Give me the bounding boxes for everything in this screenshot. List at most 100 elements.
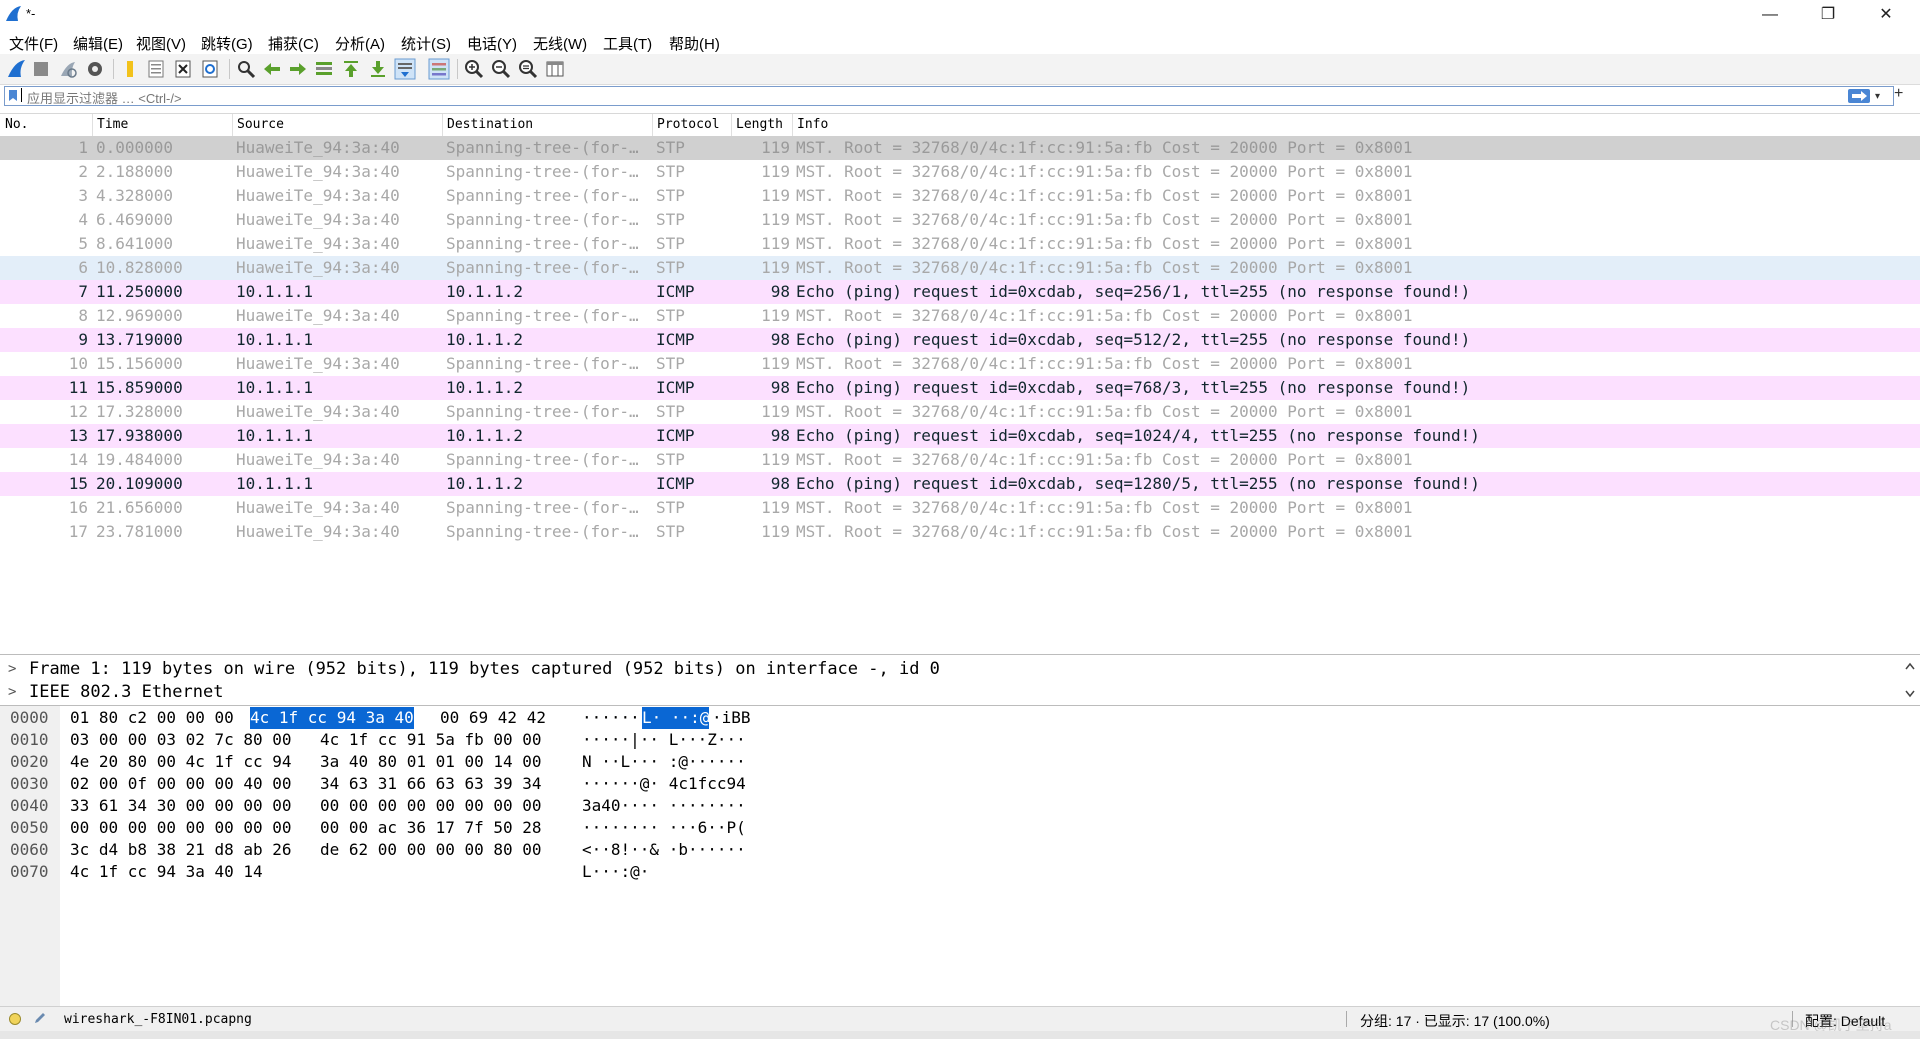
packet-row[interactable]: 11 15.859000 10.1.1.1 10.1.1.2 ICMP 98 E…: [0, 376, 1920, 400]
expand-arrow-icon[interactable]: >: [8, 681, 16, 704]
detail-ethernet[interactable]: > IEEE 802.3 Ethernet: [0, 681, 1900, 704]
col-time[interactable]: Time: [97, 117, 128, 132]
col-destination[interactable]: Destination: [447, 117, 533, 132]
packet-row[interactable]: 16 21.656000 HuaweiTe_94:3a:40 Spanning-…: [0, 496, 1920, 520]
expert-info-icon[interactable]: [9, 1013, 21, 1025]
menu-help[interactable]: 帮助(H): [666, 33, 723, 54]
menu-telephony[interactable]: 电话(Y): [464, 33, 520, 54]
column-divider[interactable]: [442, 114, 443, 136]
go-back-icon[interactable]: [261, 58, 283, 80]
menu-capture[interactable]: 捕获(C): [265, 33, 322, 54]
packet-row[interactable]: 10 15.156000 HuaweiTe_94:3a:40 Spanning-…: [0, 352, 1920, 376]
packet-row[interactable]: 15 20.109000 10.1.1.1 10.1.1.2 ICMP 98 E…: [0, 472, 1920, 496]
packet-row[interactable]: 4 6.469000 HuaweiTe_94:3a:40 Spanning-tr…: [0, 208, 1920, 232]
packet-source: 10.1.1.1: [236, 330, 314, 349]
packet-row[interactable]: 9 13.719000 10.1.1.1 10.1.1.2 ICMP 98 Ec…: [0, 328, 1920, 352]
autoscroll-icon[interactable]: [394, 58, 416, 80]
packet-row[interactable]: 5 8.641000 HuaweiTe_94:3a:40 Spanning-tr…: [0, 232, 1920, 256]
menu-analyze[interactable]: 分析(A): [332, 33, 388, 54]
zoom-out-icon[interactable]: [490, 58, 512, 80]
packet-row[interactable]: 7 11.250000 10.1.1.1 10.1.1.2 ICMP 98 Ec…: [0, 280, 1920, 304]
capture-options-icon[interactable]: [84, 58, 106, 80]
packet-bytes-pane[interactable]: 0000 01 80 c2 00 00 00 4c 1f cc 94 3a 40…: [0, 706, 1920, 1006]
start-capture-icon[interactable]: [5, 58, 27, 80]
display-filter-input[interactable]: 应用显示过滤器 … <Ctrl-/> ▾: [4, 86, 1894, 106]
packet-row[interactable]: 1 0.000000 HuaweiTe_94:3a:40 Spanning-tr…: [0, 136, 1920, 160]
open-file-icon[interactable]: [119, 58, 141, 80]
packet-row[interactable]: 6 10.828000 HuaweiTe_94:3a:40 Spanning-t…: [0, 256, 1920, 280]
col-source[interactable]: Source: [237, 117, 284, 132]
menu-go[interactable]: 跳转(G): [198, 33, 256, 54]
packet-row[interactable]: 8 12.969000 HuaweiTe_94:3a:40 Spanning-t…: [0, 304, 1920, 328]
first-packet-icon[interactable]: [340, 58, 362, 80]
find-packet-icon[interactable]: [235, 58, 257, 80]
packet-row[interactable]: 14 19.484000 HuaweiTe_94:3a:40 Spanning-…: [0, 448, 1920, 472]
colorize-icon[interactable]: [428, 58, 450, 80]
scroll-up-icon[interactable]: [1905, 662, 1915, 670]
menu-file[interactable]: 文件(F): [6, 33, 61, 54]
column-divider[interactable]: [731, 114, 732, 136]
go-forward-icon[interactable]: [287, 58, 309, 80]
go-to-packet-icon[interactable]: [313, 58, 335, 80]
close-file-icon[interactable]: [172, 58, 194, 80]
packet-time: 12.969000: [96, 306, 183, 325]
scroll-down-icon[interactable]: [1905, 690, 1915, 698]
filter-history-dropdown[interactable]: ▾: [1875, 91, 1880, 102]
stop-capture-icon[interactable]: [30, 58, 52, 80]
column-divider[interactable]: [652, 114, 653, 136]
bookmark-icon[interactable]: [8, 89, 18, 102]
packet-row[interactable]: 13 17.938000 10.1.1.1 10.1.1.2 ICMP 98 E…: [0, 424, 1920, 448]
menu-tools[interactable]: 工具(T): [600, 33, 655, 54]
minimize-button[interactable]: —: [1748, 2, 1792, 28]
add-filter-button[interactable]: +: [1894, 85, 1903, 103]
hex-row[interactable]: 0050 00 00 00 00 00 00 00 00 00 00 ac 36…: [0, 817, 1900, 839]
packet-no: 10: [68, 354, 88, 373]
packet-row[interactable]: 3 4.328000 HuaweiTe_94:3a:40 Spanning-tr…: [0, 184, 1920, 208]
packet-destination: Spanning-tree-(for-…: [446, 162, 639, 181]
col-protocol[interactable]: Protocol: [657, 117, 720, 132]
col-length[interactable]: Length: [736, 117, 783, 132]
column-divider[interactable]: [232, 114, 233, 136]
packet-source: HuaweiTe_94:3a:40: [236, 498, 400, 517]
packet-row[interactable]: 17 23.781000 HuaweiTe_94:3a:40 Spanning-…: [0, 520, 1920, 544]
detail-frame[interactable]: > Frame 1: 119 bytes on wire (952 bits),…: [0, 658, 1900, 681]
hex-row[interactable]: 0000 01 80 c2 00 00 00 4c 1f cc 94 3a 40…: [0, 707, 1900, 729]
details-scrollbar[interactable]: [1900, 658, 1920, 704]
save-file-icon[interactable]: [145, 58, 167, 80]
hex-row[interactable]: 0060 3c d4 b8 38 21 d8 ab 26 de 62 00 00…: [0, 839, 1900, 861]
hex-bytes: 4c 1f cc 94 3a 40 14: [70, 862, 263, 881]
ascii-dump: L···:@·: [582, 862, 650, 881]
resize-columns-icon[interactable]: [544, 58, 566, 80]
restart-capture-icon[interactable]: [57, 58, 79, 80]
zoom-normal-icon[interactable]: [517, 58, 539, 80]
hex-row[interactable]: 0040 33 61 34 30 00 00 00 00 00 00 00 00…: [0, 795, 1900, 817]
column-divider[interactable]: [92, 114, 93, 136]
column-divider[interactable]: [792, 114, 793, 136]
col-no[interactable]: No.: [5, 117, 28, 132]
packet-destination: 10.1.1.2: [446, 330, 524, 349]
packet-time: 15.859000: [96, 378, 183, 397]
menu-view[interactable]: 视图(V): [133, 33, 189, 54]
apply-filter-button[interactable]: [1848, 89, 1870, 103]
zoom-in-icon[interactable]: [463, 58, 485, 80]
menu-edit[interactable]: 编辑(E): [70, 33, 126, 54]
reload-icon[interactable]: [199, 58, 221, 80]
expand-arrow-icon[interactable]: >: [8, 658, 16, 681]
col-info[interactable]: Info: [797, 117, 828, 132]
maximize-button[interactable]: ❐: [1806, 2, 1850, 28]
hex-row[interactable]: 0020 4e 20 80 00 4c 1f cc 94 3a 40 80 01…: [0, 751, 1900, 773]
last-packet-icon[interactable]: [367, 58, 389, 80]
packet-no: 13: [68, 426, 88, 445]
hex-row[interactable]: 0030 02 00 0f 00 00 00 40 00 34 63 31 66…: [0, 773, 1900, 795]
packet-list[interactable]: 1 0.000000 HuaweiTe_94:3a:40 Spanning-tr…: [0, 136, 1920, 654]
menu-statistics[interactable]: 统计(S): [398, 33, 454, 54]
packet-row[interactable]: 12 17.328000 HuaweiTe_94:3a:40 Spanning-…: [0, 400, 1920, 424]
edit-comment-icon[interactable]: [33, 1011, 47, 1025]
packet-row[interactable]: 2 2.188000 HuaweiTe_94:3a:40 Spanning-tr…: [0, 160, 1920, 184]
close-button[interactable]: ✕: [1864, 2, 1908, 28]
window-title: *-: [26, 6, 36, 21]
pane-splitter[interactable]: [0, 654, 1920, 655]
hex-row[interactable]: 0070 4c 1f cc 94 3a 40 14 L···:@·: [0, 861, 1900, 883]
menu-wireless[interactable]: 无线(W): [530, 33, 590, 54]
hex-row[interactable]: 0010 03 00 00 03 02 7c 80 00 4c 1f cc 91…: [0, 729, 1900, 751]
